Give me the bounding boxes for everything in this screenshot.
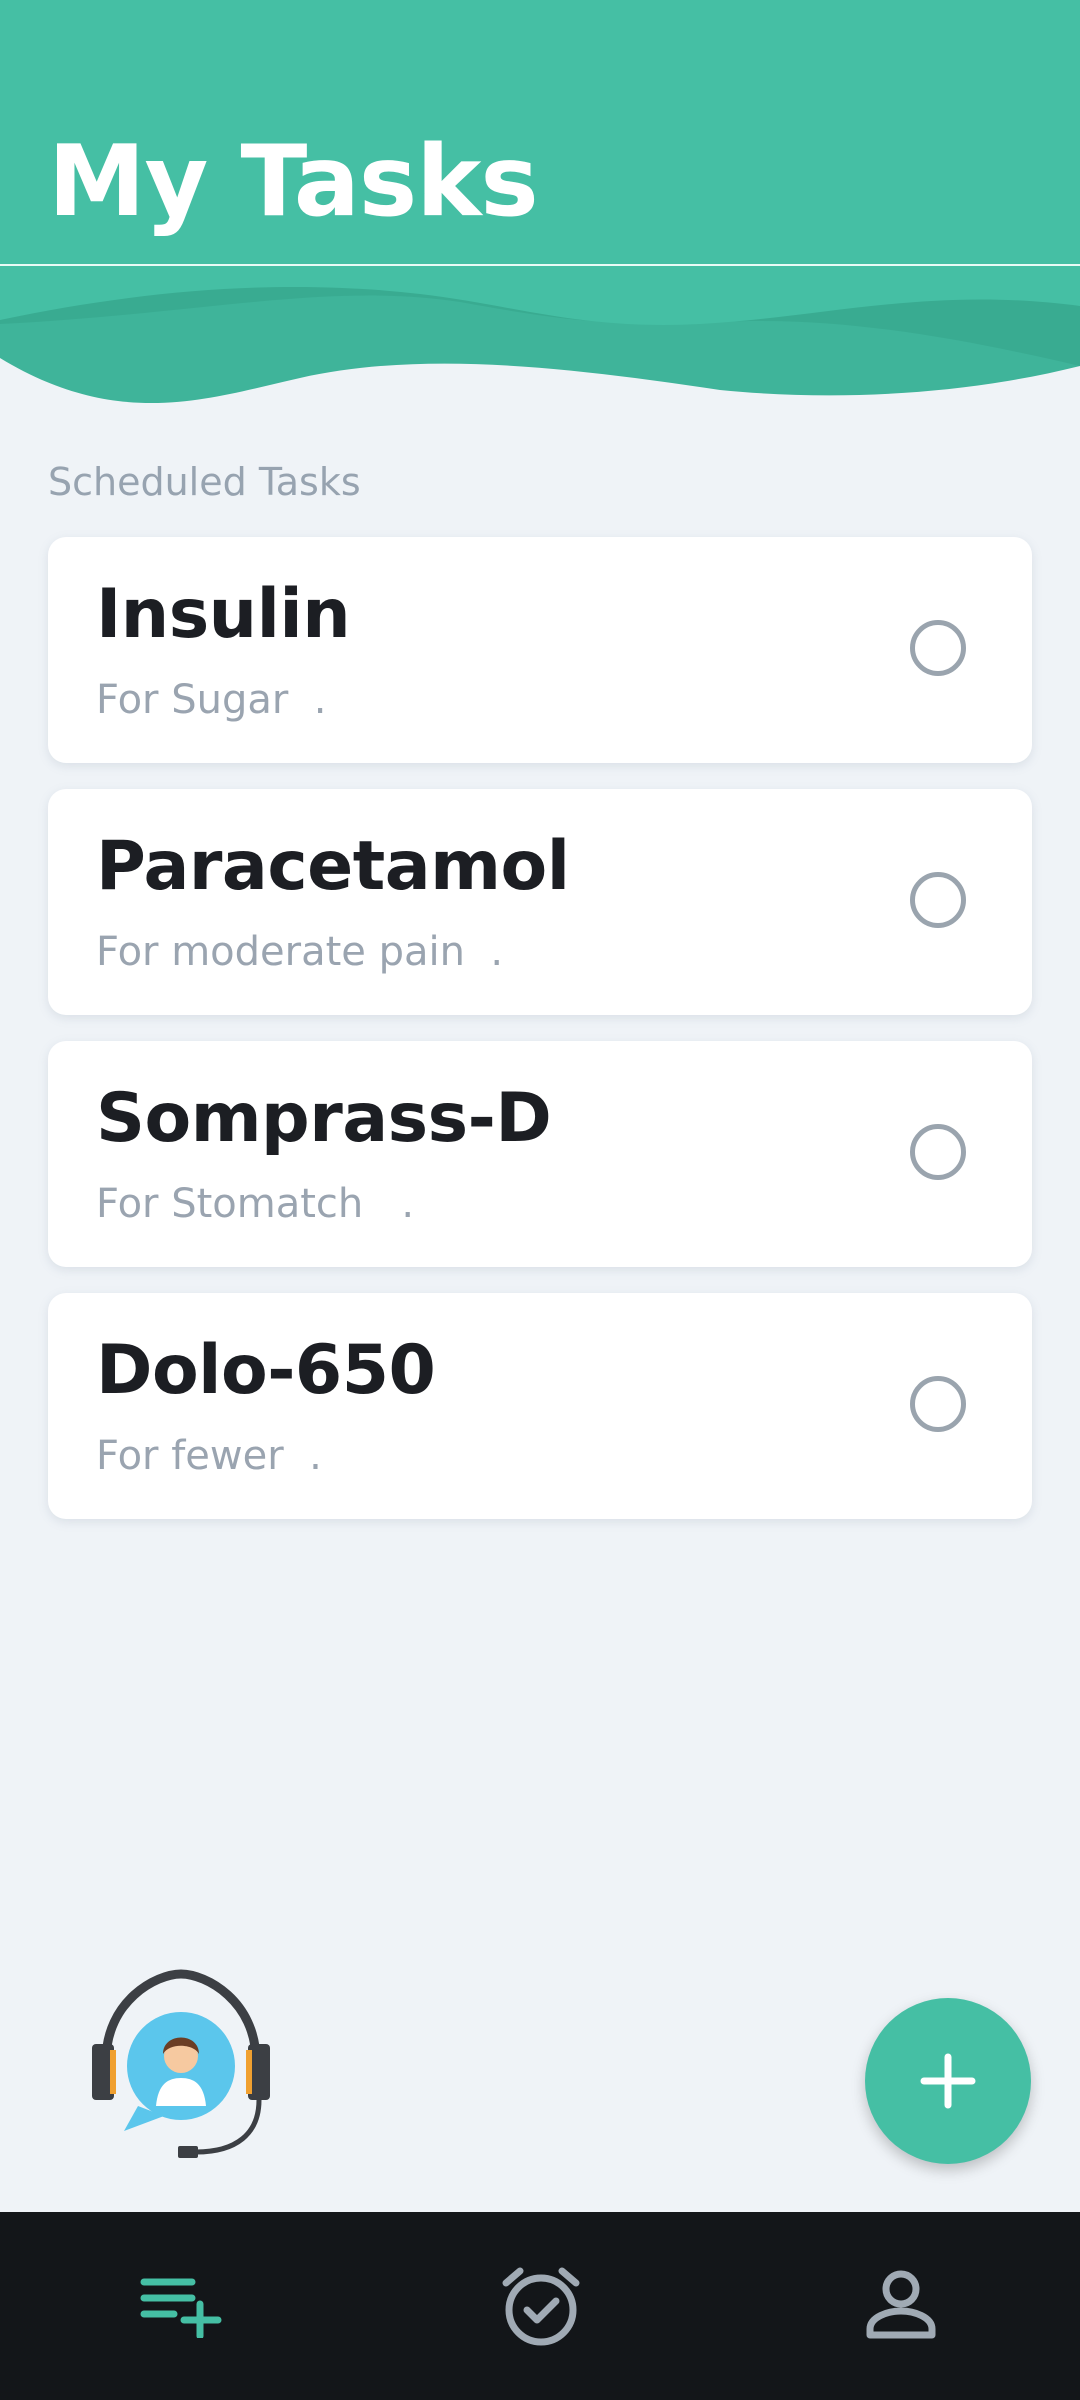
app-header: My Tasks bbox=[0, 0, 1080, 265]
nav-tasks[interactable] bbox=[132, 2256, 232, 2356]
bottom-nav bbox=[0, 2212, 1080, 2400]
playlist-add-icon bbox=[140, 2278, 222, 2338]
support-agent-icon bbox=[92, 1969, 270, 2158]
task-list: Insulin For Sugar . Paracetamol For mode… bbox=[48, 537, 1032, 1545]
circle-outline-icon[interactable] bbox=[910, 1124, 966, 1180]
alarm-check-icon bbox=[502, 2267, 580, 2346]
nav-profile[interactable] bbox=[851, 2256, 951, 2356]
section-label: Scheduled Tasks bbox=[48, 460, 361, 504]
task-description: For moderate pain . bbox=[96, 929, 504, 975]
task-card-dolo-650[interactable]: Dolo-650 For fewer . bbox=[48, 1293, 1032, 1519]
add-task-button[interactable] bbox=[865, 1998, 1031, 2164]
person-icon bbox=[866, 2270, 936, 2339]
header-wave bbox=[0, 266, 1080, 404]
task-name: Somprass-D bbox=[96, 1079, 552, 1158]
circle-outline-icon[interactable] bbox=[910, 1376, 966, 1432]
task-card-paracetamol[interactable]: Paracetamol For moderate pain . bbox=[48, 789, 1032, 1015]
task-name: Paracetamol bbox=[96, 827, 570, 906]
task-description: For Stomatch . bbox=[96, 1181, 415, 1227]
task-card-somprass-d[interactable]: Somprass-D For Stomatch . bbox=[48, 1041, 1032, 1267]
plus-icon bbox=[920, 2053, 976, 2109]
support-agent-button[interactable] bbox=[86, 1966, 276, 2166]
nav-reminders[interactable] bbox=[491, 2256, 591, 2356]
task-card-insulin[interactable]: Insulin For Sugar . bbox=[48, 537, 1032, 763]
task-description: For fewer . bbox=[96, 1433, 322, 1479]
task-name: Insulin bbox=[96, 575, 351, 654]
task-name: Dolo-650 bbox=[96, 1331, 436, 1410]
circle-outline-icon[interactable] bbox=[910, 620, 966, 676]
task-description: For Sugar . bbox=[96, 677, 327, 723]
page-title: My Tasks bbox=[48, 125, 539, 239]
circle-outline-icon[interactable] bbox=[910, 872, 966, 928]
